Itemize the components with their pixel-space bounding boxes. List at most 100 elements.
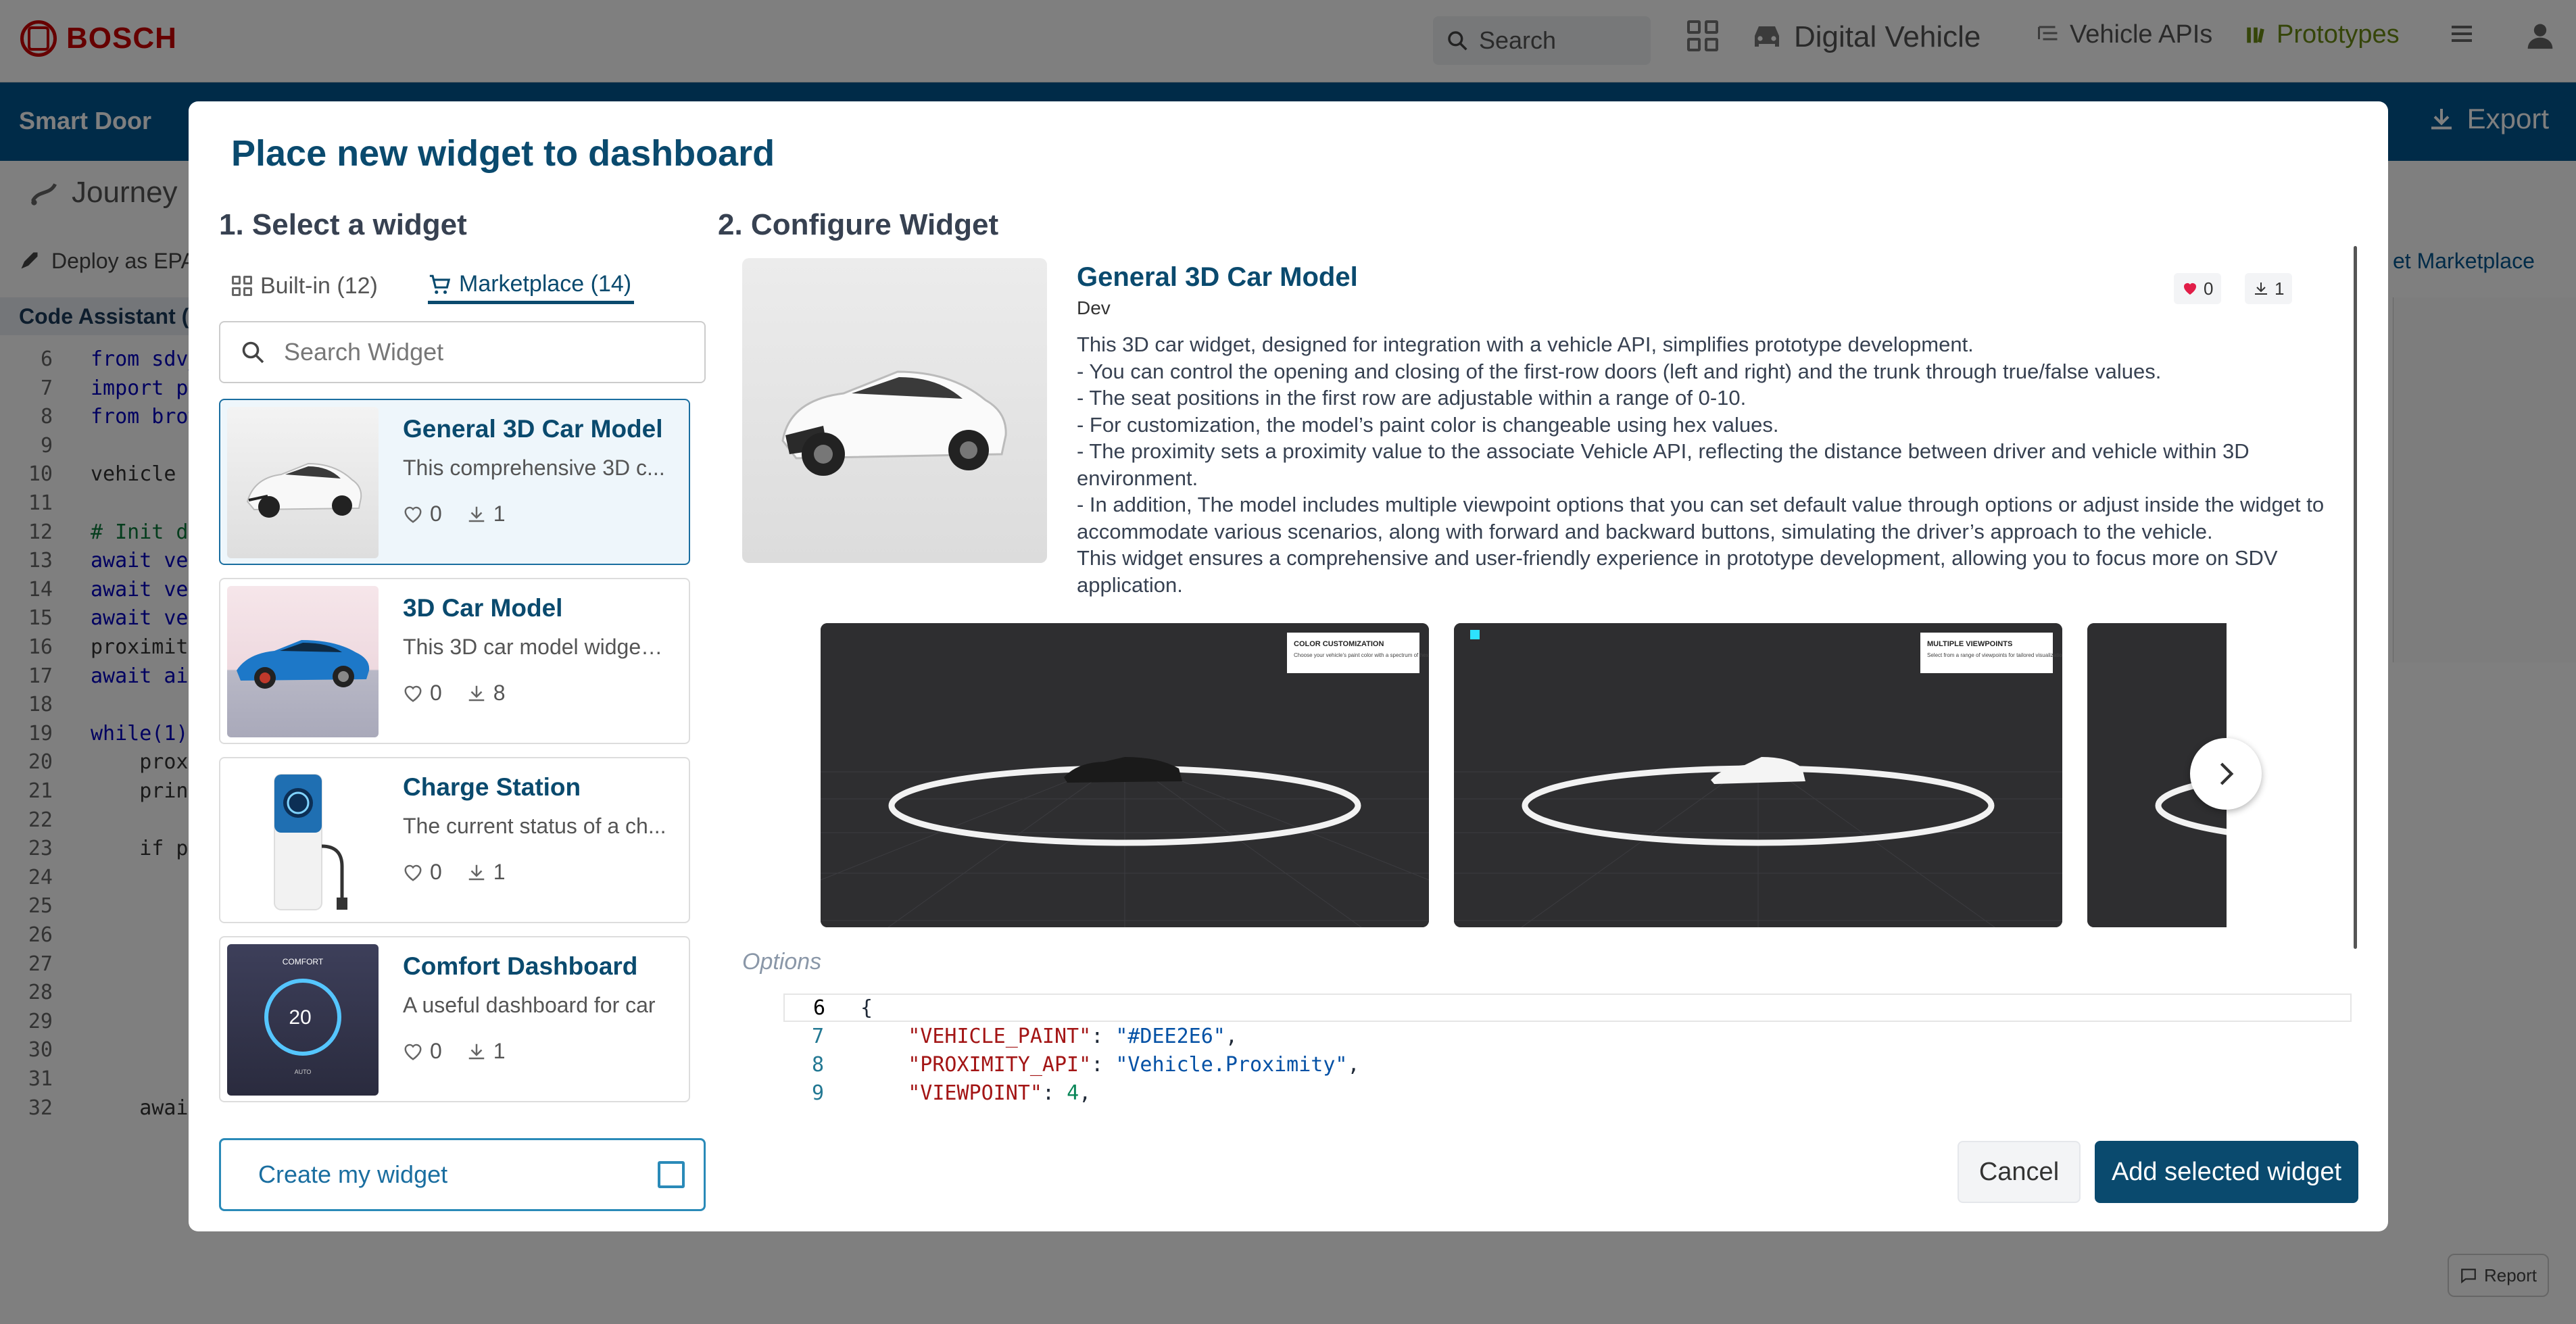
gallery-caption-title: COLOR CUSTOMIZATION: [1294, 640, 1384, 648]
gallery-caption-title: MULTIPLE VIEWPOINTS: [1927, 640, 2012, 648]
description-line: - You can control the opening and closin…: [1077, 359, 2162, 383]
comfort-thumb-mode: AUTO: [295, 1069, 312, 1075]
heart-icon: [404, 685, 422, 702]
download-icon: [468, 1044, 485, 1059]
line-text: {: [860, 996, 873, 1020]
widget-name: 3D Car Model: [403, 594, 563, 622]
line-number: 6: [812, 996, 825, 1020]
download-icon: [468, 506, 485, 522]
likes-badge[interactable]: 0: [2174, 273, 2222, 304]
option-key: "VIEWPOINT": [908, 1081, 1042, 1105]
step2-heading: 2. Configure Widget: [718, 208, 999, 241]
widget-stats: 0 8: [403, 681, 506, 706]
gallery-caption-sub: Choose your vehicle's paint color with a…: [1294, 652, 1429, 658]
likes-count: 0: [2204, 278, 2214, 299]
description-line: - For customization, the model’s paint c…: [1077, 412, 1779, 437]
downloads-count: 1: [493, 501, 506, 526]
line-number: 7: [811, 1024, 824, 1048]
create-my-widget-checkbox[interactable]: [658, 1161, 685, 1188]
heart-icon: [404, 864, 422, 881]
widget-search-box: [219, 321, 706, 383]
selected-widget-author: Dev: [1077, 297, 1111, 318]
option-value: 4: [1067, 1081, 1079, 1105]
likes-count: 0: [430, 681, 442, 705]
search-icon: [242, 341, 264, 364]
likes-count: 0: [430, 501, 442, 526]
option-value: "#DEE2E6": [1115, 1024, 1225, 1048]
widget-search-input[interactable]: [284, 338, 662, 366]
create-my-widget-button[interactable]: Create my widget: [219, 1138, 706, 1211]
place-widget-modal: Place new widget to dashboard 1. Select …: [189, 101, 2388, 1231]
widget-card-general-3d-car-model[interactable]: General 3D Car Model This comprehensive …: [219, 399, 690, 565]
option-key: "PROXIMITY_API": [908, 1052, 1092, 1077]
download-icon: [468, 864, 485, 880]
line-number: 8: [811, 1052, 824, 1077]
options-label: Options: [742, 949, 822, 975]
downloads: 1: [466, 501, 506, 526]
tab-marketplace[interactable]: Marketplace (14): [428, 268, 635, 304]
heart-icon: [404, 1044, 422, 1060]
heart-icon: [2184, 283, 2196, 295]
description-line: This 3D car widget, designed for integra…: [1077, 333, 1974, 356]
widget-name: General 3D Car Model: [403, 415, 663, 443]
likes-count: 0: [430, 860, 442, 884]
description-line: - In addition, The model includes multip…: [1077, 493, 2325, 543]
config-scrollbar[interactable]: [2354, 246, 2357, 949]
tab-builtin-label: Built-in (12): [260, 272, 378, 299]
tab-marketplace-label: Marketplace (14): [459, 271, 632, 297]
create-my-widget-label: Create my widget: [258, 1160, 448, 1188]
likes: 0: [403, 681, 442, 706]
option-key: "VEHICLE_PAINT": [908, 1024, 1092, 1048]
widget-description: This comprehensive 3D c...: [403, 456, 665, 480]
grid-icon: [232, 276, 252, 296]
gallery-image-color-customization[interactable]: COLOR CUSTOMIZATION Choose your vehicle'…: [821, 623, 1429, 927]
screenshot-gallery: COLOR CUSTOMIZATION Choose your vehicle'…: [821, 623, 2227, 927]
chevron-right-icon: [2220, 762, 2234, 785]
editor-line: 9 "VIEWPOINT": 4,: [783, 1079, 2352, 1107]
likes: 0: [403, 1039, 442, 1064]
editor-line: 8 "PROXIMITY_API": "Vehicle.Proximity",: [783, 1050, 2352, 1079]
downloads-count: 8: [493, 681, 506, 705]
downloads: 1: [466, 1039, 506, 1064]
download-icon: [468, 685, 485, 701]
selected-widget-description: This 3D car widget, designed for integra…: [1077, 331, 2361, 598]
editor-line: 6 {: [783, 994, 2352, 1022]
gallery-next-button[interactable]: [2190, 738, 2262, 810]
likes: 0: [403, 501, 442, 526]
downloads: 8: [466, 681, 506, 706]
editor-line: 7 "VEHICLE_PAINT": "#DEE2E6",: [783, 1022, 2352, 1050]
gallery-image-multiple-viewpoints[interactable]: MULTIPLE VIEWPOINTS Select from a range …: [1454, 623, 2062, 927]
downloads-count: 1: [493, 860, 506, 884]
downloads-count: 1: [493, 1039, 506, 1063]
widget-stats: 0 1: [403, 1039, 506, 1064]
widget-description: The current status of a ch...: [403, 814, 666, 838]
download-icon: [2255, 283, 2267, 295]
widget-name: Charge Station: [403, 773, 581, 801]
likes: 0: [403, 860, 442, 885]
likes-count: 0: [430, 1039, 442, 1063]
widget-list[interactable]: General 3D Car Model This comprehensive …: [219, 399, 723, 1203]
widget-card-comfort-dashboard[interactable]: COMFORT 20 AUTO Comfort Dashboard A usef…: [219, 936, 690, 1102]
widget-preview-image: [742, 258, 1047, 563]
widget-thumbnail: [227, 586, 379, 737]
cart-icon: [429, 274, 451, 294]
comfort-thumb-temp: 20: [289, 1006, 311, 1029]
heart-icon: [404, 506, 422, 523]
widget-name: Comfort Dashboard: [403, 952, 638, 980]
widget-stats: 0 1: [403, 501, 506, 526]
widget-stats: 0 1: [403, 860, 506, 885]
step1-heading: 1. Select a widget: [219, 208, 467, 241]
add-selected-widget-button[interactable]: Add selected widget: [2095, 1141, 2358, 1203]
tab-builtin[interactable]: Built-in (12): [232, 268, 378, 304]
widget-thumbnail: COMFORT 20 AUTO: [227, 944, 379, 1096]
widget-thumbnail: [227, 407, 379, 558]
description-line: - The proximity sets a proximity value t…: [1077, 439, 2250, 490]
description-line: - The seat positions in the first row ar…: [1077, 386, 1747, 410]
downloads-count: 1: [2275, 278, 2285, 299]
widget-card-3d-car-model[interactable]: 3D Car Model This 3D car model widget ..…: [219, 578, 690, 744]
widget-card-charge-station[interactable]: Charge Station The current status of a c…: [219, 757, 690, 923]
comfort-thumb-label: COMFORT: [283, 957, 324, 966]
widget-description: This 3D car model widget ...: [403, 635, 666, 659]
cancel-button[interactable]: Cancel: [1958, 1141, 2081, 1203]
modal-title: Place new widget to dashboard: [231, 133, 775, 174]
